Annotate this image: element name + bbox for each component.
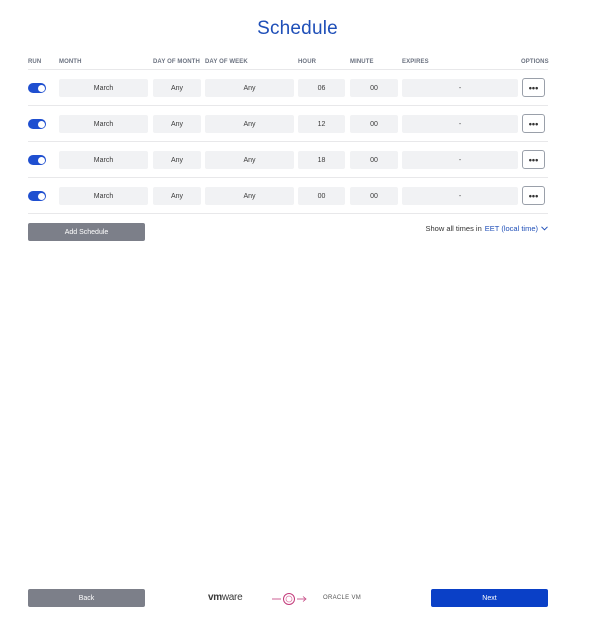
month-field[interactable]: March xyxy=(59,151,148,169)
migration-arrow-icon xyxy=(272,593,307,605)
day-of-week-field[interactable]: Any xyxy=(205,151,294,169)
column-header-minute: MINUTE xyxy=(350,59,374,65)
column-header-day-of-month: DAY OF MONTH xyxy=(153,59,200,65)
month-field[interactable]: March xyxy=(59,115,148,133)
hour-field[interactable]: 18 xyxy=(298,151,345,169)
timezone-prefix: Show all times in xyxy=(425,223,482,233)
schedule-table-header: RUN MONTH DAY OF MONTH DAY OF WEEK HOUR … xyxy=(28,59,549,69)
run-toggle[interactable] xyxy=(28,83,46,93)
table-row: March Any Any 00 00 - ••• xyxy=(28,177,548,213)
chevron-down-icon xyxy=(541,225,548,231)
table-row: March Any Any 12 00 - ••• xyxy=(28,105,548,141)
column-header-options: OPTIONS xyxy=(521,59,549,65)
minute-field[interactable]: 00 xyxy=(350,115,398,133)
month-field[interactable]: March xyxy=(59,79,148,97)
expires-field[interactable]: - xyxy=(402,151,518,169)
options-button[interactable]: ••• xyxy=(522,186,545,205)
timezone-selector: Show all times in EET (local time) xyxy=(426,223,549,233)
table-row: March Any Any 06 00 - ••• xyxy=(28,69,548,105)
table-row: March Any Any 18 00 - ••• xyxy=(28,141,548,177)
migration-logos: vmware ORACLE VM xyxy=(206,591,376,607)
vmware-logo: vmware xyxy=(208,592,243,603)
expires-field[interactable]: - xyxy=(402,115,518,133)
add-schedule-button[interactable]: Add Schedule xyxy=(28,223,145,241)
day-of-month-field[interactable]: Any xyxy=(153,79,201,97)
hour-field[interactable]: 12 xyxy=(298,115,345,133)
day-of-week-field[interactable]: Any xyxy=(205,187,294,205)
timezone-value: EET (local time) xyxy=(484,223,538,233)
column-header-day-of-week: DAY OF WEEK xyxy=(205,59,248,65)
column-header-run: RUN xyxy=(28,59,42,65)
oracle-vm-logo: ORACLE VM xyxy=(323,595,362,601)
hour-field[interactable]: 06 xyxy=(298,79,345,97)
minute-field[interactable]: 00 xyxy=(350,79,398,97)
next-button[interactable]: Next xyxy=(431,589,548,607)
minute-field[interactable]: 00 xyxy=(350,187,398,205)
expires-field[interactable]: - xyxy=(402,79,518,97)
run-toggle[interactable] xyxy=(28,155,46,165)
options-button[interactable]: ••• xyxy=(522,150,545,169)
day-of-month-field[interactable]: Any xyxy=(153,115,201,133)
column-header-hour: HOUR xyxy=(298,59,317,65)
column-header-month: MONTH xyxy=(59,59,82,65)
day-of-week-field[interactable]: Any xyxy=(205,79,294,97)
table-bottom-divider xyxy=(28,213,548,214)
options-button[interactable]: ••• xyxy=(522,78,545,97)
month-field[interactable]: March xyxy=(59,187,148,205)
run-toggle[interactable] xyxy=(28,119,46,129)
day-of-week-field[interactable]: Any xyxy=(205,115,294,133)
expires-field[interactable]: - xyxy=(402,187,518,205)
back-button[interactable]: Back xyxy=(28,589,145,607)
options-button[interactable]: ••• xyxy=(522,114,545,133)
column-header-expires: EXPIRES xyxy=(402,59,429,65)
day-of-month-field[interactable]: Any xyxy=(153,187,201,205)
timezone-dropdown[interactable]: EET (local time) xyxy=(485,224,548,233)
page-title: Schedule xyxy=(257,18,338,39)
run-toggle[interactable] xyxy=(28,191,46,201)
minute-field[interactable]: 00 xyxy=(350,151,398,169)
hour-field[interactable]: 00 xyxy=(298,187,345,205)
day-of-month-field[interactable]: Any xyxy=(153,151,201,169)
